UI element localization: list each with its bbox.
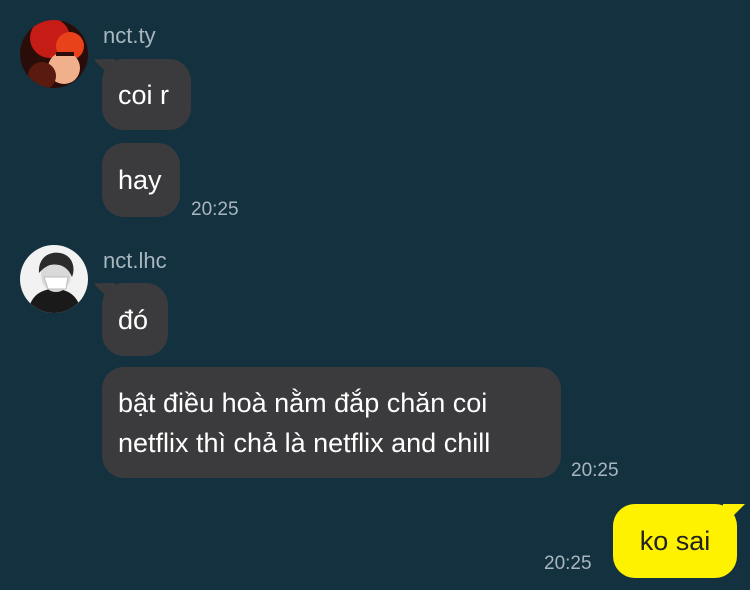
sender-name: nct.ty <box>103 23 156 48</box>
message-timestamp: 20:25 <box>191 199 239 220</box>
message-timestamp: 20:25 <box>571 460 619 481</box>
message-text: hay <box>118 165 162 195</box>
user-avatar-masked-icon <box>20 245 88 313</box>
user-avatar[interactable] <box>20 245 88 313</box>
message-bubble[interactable]: hay <box>102 143 180 217</box>
message-bubble[interactable]: coi r <box>102 59 191 130</box>
user-avatar-red-icon <box>20 20 88 88</box>
message-bubble[interactable]: bật điều hoà nằm đắp chăn coi netflix th… <box>102 367 561 478</box>
message-text: coi r <box>118 79 170 110</box>
message-timestamp: 20:25 <box>544 553 592 574</box>
message-text: ko sai <box>639 526 711 556</box>
message-text-line: bật điều hoà nằm đắp chăn coi <box>118 387 488 418</box>
message-text: đó <box>118 304 149 335</box>
user-avatar[interactable] <box>20 20 88 88</box>
message-text-line: netflix thì chả là netflix and chill <box>118 427 491 458</box>
message-bubble[interactable]: đó <box>102 283 168 356</box>
sender-name: nct.lhc <box>103 248 167 273</box>
outgoing-message-bubble[interactable]: ko sai <box>613 504 737 578</box>
message-text: bật điều hoà nằm đắp chăn coi netflix th… <box>118 383 490 463</box>
